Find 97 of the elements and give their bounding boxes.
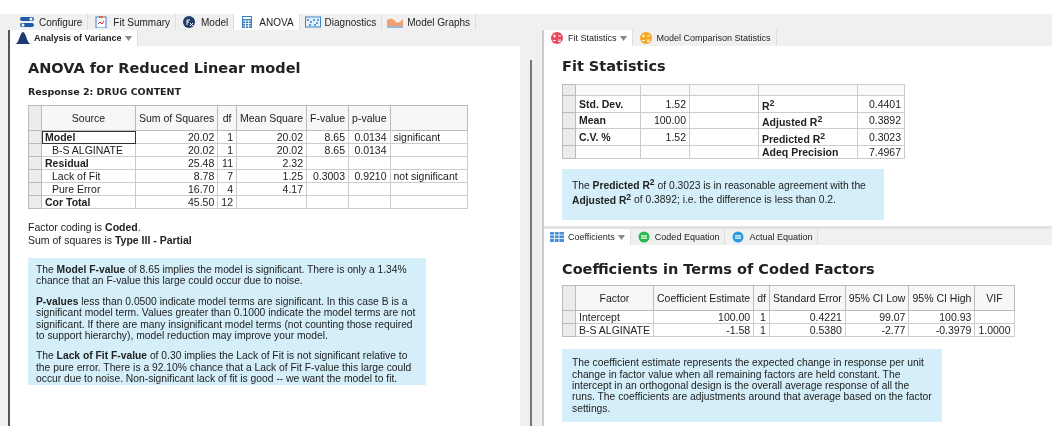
scatter-icon: [304, 16, 321, 28]
panel-tab[interactable]: Fit Statistics: [544, 30, 633, 46]
table-icon: [549, 231, 565, 244]
column-header: p-value: [348, 105, 390, 131]
caret-icon[interactable]: [124, 35, 132, 41]
toggle-icon: [19, 16, 35, 28]
table-cell: -1.58: [653, 323, 754, 337]
table-cell: -2.77: [845, 323, 909, 337]
table-cell: 1.52: [640, 128, 690, 145]
table-cell: C.V. %: [575, 128, 641, 145]
table-cell: 0.9210: [348, 169, 390, 183]
column-header: F-value: [306, 105, 349, 131]
table-cell: 8.65: [306, 130, 349, 144]
table-cell: Mean: [575, 112, 641, 129]
table-cell: 25.48: [135, 156, 218, 170]
function-icon: [181, 16, 198, 28]
column-header: 95% CI Low: [845, 285, 909, 311]
table-cell: 7.4967: [857, 145, 905, 158]
table-cell: 1: [217, 143, 237, 157]
table-cell: Std. Dev.: [575, 95, 641, 112]
table-cell: 16.70: [135, 182, 218, 196]
table-cell: 7: [217, 169, 237, 183]
surface-icon: [387, 16, 404, 28]
report-title: Coefficients in Terms of Coded Factors: [562, 261, 875, 278]
table-cell: B-S ALGINATE: [575, 323, 654, 337]
table-cell: 20.02: [236, 143, 307, 157]
calculator-icon: [637, 32, 654, 44]
table-cell: Cor Total: [41, 195, 136, 209]
explanation-text: The Predicted R$^{2}$ of 0.3023 is in reasonable agreement with the Adjusted R$^{2}$ of 0.3892; i.e. the difference is less than 0.2.: [572, 176, 867, 207]
table-cell: not significant: [390, 169, 467, 183]
column-header: Sum of Squares: [135, 105, 218, 131]
table-cell: 0.3003: [306, 169, 349, 183]
table-cell: R$^{2}$: [758, 95, 858, 112]
explanation-text: P-values less than 0.0500 indicate model terms are significant. In this case B is a significant model term. Values greater than 0.1000 indicate the model terms are not significant. If there are many insignificant model terms (not counting those required to support hierarchy), model reduction may improve your model.: [36, 295, 417, 342]
table-cell: 0.5380: [769, 323, 846, 337]
panel-tab[interactable]: Coefficients: [544, 229, 631, 246]
table-cell: 1.0000: [974, 323, 1015, 337]
table-cell: Adjusted R$^{2}$: [758, 112, 858, 129]
table-cell: Lack of Fit: [41, 169, 136, 183]
table-cell: 0.0134: [348, 130, 390, 144]
table-cell: 12: [217, 195, 237, 209]
calculator-icon: [549, 32, 565, 44]
table-cell: 1: [753, 310, 770, 324]
table-cell: 4: [217, 182, 237, 196]
column-header: Coefficient Estimate: [653, 285, 754, 311]
table-cell: 1: [217, 130, 237, 144]
table-cell: B-S ALGINATE: [41, 143, 136, 157]
table-cell: significant: [390, 130, 467, 144]
table-cell: 0.4221: [769, 310, 846, 324]
table-cell: 100.93: [908, 310, 975, 324]
table-cell: 1: [753, 323, 770, 337]
clipboard-icon: [93, 16, 110, 28]
table-cell: 0.0134: [348, 143, 390, 157]
table-cell: 4.17: [236, 182, 307, 196]
table-cell: 11: [217, 156, 237, 170]
table-cell: Predicted R$^{2}$: [758, 128, 858, 145]
table-cell: Residual: [41, 156, 136, 170]
column-header: Source: [41, 105, 136, 131]
table-cell: 0.3023: [857, 128, 905, 145]
table-cell: 100.00: [640, 112, 690, 129]
column-header: Standard Error: [769, 285, 846, 311]
column-header: VIF: [974, 285, 1015, 311]
table-cell: 20.02: [135, 143, 218, 157]
report-title: ANOVA for Reduced Linear model: [28, 60, 301, 76]
table-cell: 8.65: [306, 143, 349, 157]
table-cell: 0.3892: [857, 112, 905, 129]
panel-tab[interactable]: Analysis of Variance: [10, 30, 138, 46]
table-cell: 100.00: [653, 310, 754, 324]
table-cell: 20.02: [135, 130, 218, 144]
note-text: Factor coding is Coded.: [28, 221, 141, 234]
table-cell: Intercept: [575, 310, 654, 324]
table-cell: -0.3979: [908, 323, 975, 337]
table-cell: 8.78: [135, 169, 218, 183]
table-cell: Model: [41, 130, 136, 144]
explanation-text: The Lack of Fit F-value of 0.30 implies the Lack of Fit is not significant relative to the pure error. There is a 92.10% chance that a Lack of Fit F-value this large could occur due to noise. Non-significant lack of fit is good -- we want the model to fit.: [36, 350, 413, 385]
table-cell: 45.50: [135, 195, 218, 209]
table-cell: Pure Error: [41, 182, 136, 196]
table-cell: 2.32: [236, 156, 307, 170]
table-cell: 1.25: [236, 169, 307, 183]
bell-curve-icon: [15, 32, 31, 44]
main-tab[interactable]: ANOVA: [234, 14, 300, 30]
response-heading: Response 2: DRUG CONTENT: [28, 86, 182, 97]
column-header: Factor: [575, 285, 654, 311]
table-cell: 1.52: [640, 95, 690, 112]
explanation-text: The coefficient estimate represents the expected change in response per unit change in factor value when all remaining factors are held constant. The intercept in an orthogonal design is the overall average response of all the runs. The coefficients are adjustments around that average based on the factor settings.: [572, 357, 932, 415]
report-title: Fit Statistics: [562, 58, 666, 74]
table-cell: Adeq Precision: [758, 145, 858, 158]
explanation-text: The Model F-value of 8.65 implies the model is significant. There is only a 1.34% chance that an F-value this large could occur due to noise.: [36, 264, 408, 287]
note-text: Sum of squares is Type III - Partial: [28, 233, 192, 246]
table-cell: 20.02: [236, 130, 307, 144]
column-header: Mean Square: [236, 105, 307, 131]
splitter-handle[interactable]: [530, 60, 532, 426]
caret-icon[interactable]: [619, 35, 627, 41]
table-cell: 99.07: [845, 310, 909, 324]
caret-icon[interactable]: [617, 234, 625, 240]
column-header: 95% CI High: [908, 285, 975, 311]
table-cell: 0.4401: [857, 95, 905, 112]
